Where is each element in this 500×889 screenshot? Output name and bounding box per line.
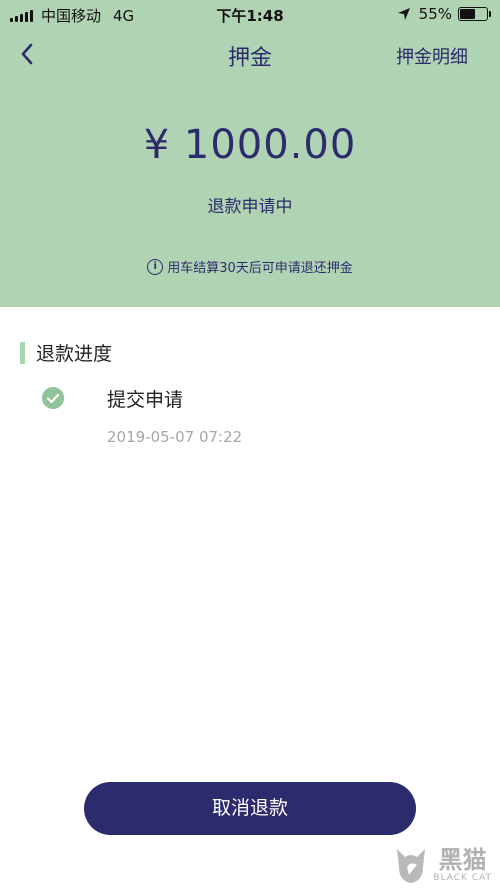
cat-logo-icon <box>397 849 426 883</box>
refund-notice: i 用车结算30天后可申请退还押金 <box>0 257 500 276</box>
battery-percent: 55% <box>418 5 452 23</box>
location-arrow-icon <box>397 8 410 20</box>
refund-status: 退款申请中 <box>207 197 293 217</box>
cancel-refund-button[interactable]: 取消退款 <box>84 782 416 835</box>
check-circle-icon <box>42 387 64 409</box>
progress-section-title: 退款进度 <box>20 339 112 366</box>
info-icon: i <box>147 258 164 275</box>
step-time: 2019-05-07 07:22 <box>107 428 243 446</box>
watermark-cn: 黑猫 <box>438 846 487 874</box>
battery-icon <box>458 7 491 21</box>
deposit-header: 中国移动 4G 下午1:48 55% 押金 押金明细 ¥ 1000.00 退款申… <box>0 0 500 307</box>
status-bar: 中国移动 4G 下午1:48 55% <box>0 0 500 28</box>
watermark: 黑猫 BLACK CAT <box>393 845 492 885</box>
step-label: 提交申请 <box>107 389 184 411</box>
deposit-details-link[interactable]: 押金明细 <box>396 43 468 69</box>
deposit-amount: ¥ 1000.00 <box>143 122 357 168</box>
notice-text: 用车结算30天后可申请退还押金 <box>167 261 353 276</box>
progress-title: 退款进度 <box>36 343 113 365</box>
watermark-en: BLACK CAT <box>433 873 492 883</box>
section-accent-bar <box>20 341 25 364</box>
nav-bar: 押金 押金明细 <box>0 34 500 74</box>
